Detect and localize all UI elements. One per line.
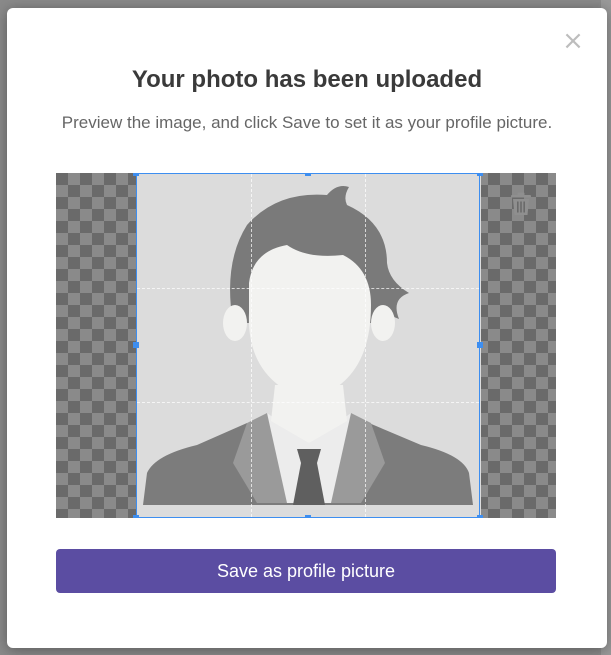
trash-icon[interactable] [510, 192, 532, 216]
crop-handle-top-left[interactable] [133, 173, 139, 176]
crop-guide-line [137, 288, 479, 289]
upload-photo-dialog: × Your photo has been uploaded Preview t… [7, 8, 607, 648]
crop-guide-line [137, 402, 479, 403]
crop-handle-bottom-right[interactable] [477, 515, 483, 518]
dialog-title: Your photo has been uploaded [131, 66, 483, 93]
crop-selection-box[interactable] [136, 173, 480, 518]
crop-handle-left[interactable] [133, 342, 139, 348]
crop-handle-top-right[interactable] [477, 173, 483, 176]
close-icon[interactable]: × [562, 28, 584, 54]
crop-handle-bottom[interactable] [305, 515, 311, 518]
save-as-profile-picture-button[interactable]: Save as profile picture [56, 549, 556, 593]
crop-handle-bottom-left[interactable] [133, 515, 139, 518]
crop-guide-line [365, 174, 366, 517]
image-crop-canvas[interactable] [56, 173, 556, 518]
dialog-subtitle: Preview the image, and click Save to set… [61, 113, 553, 132]
crop-handle-top[interactable] [305, 173, 311, 176]
crop-handle-right[interactable] [477, 342, 483, 348]
crop-guide-line [251, 174, 252, 517]
